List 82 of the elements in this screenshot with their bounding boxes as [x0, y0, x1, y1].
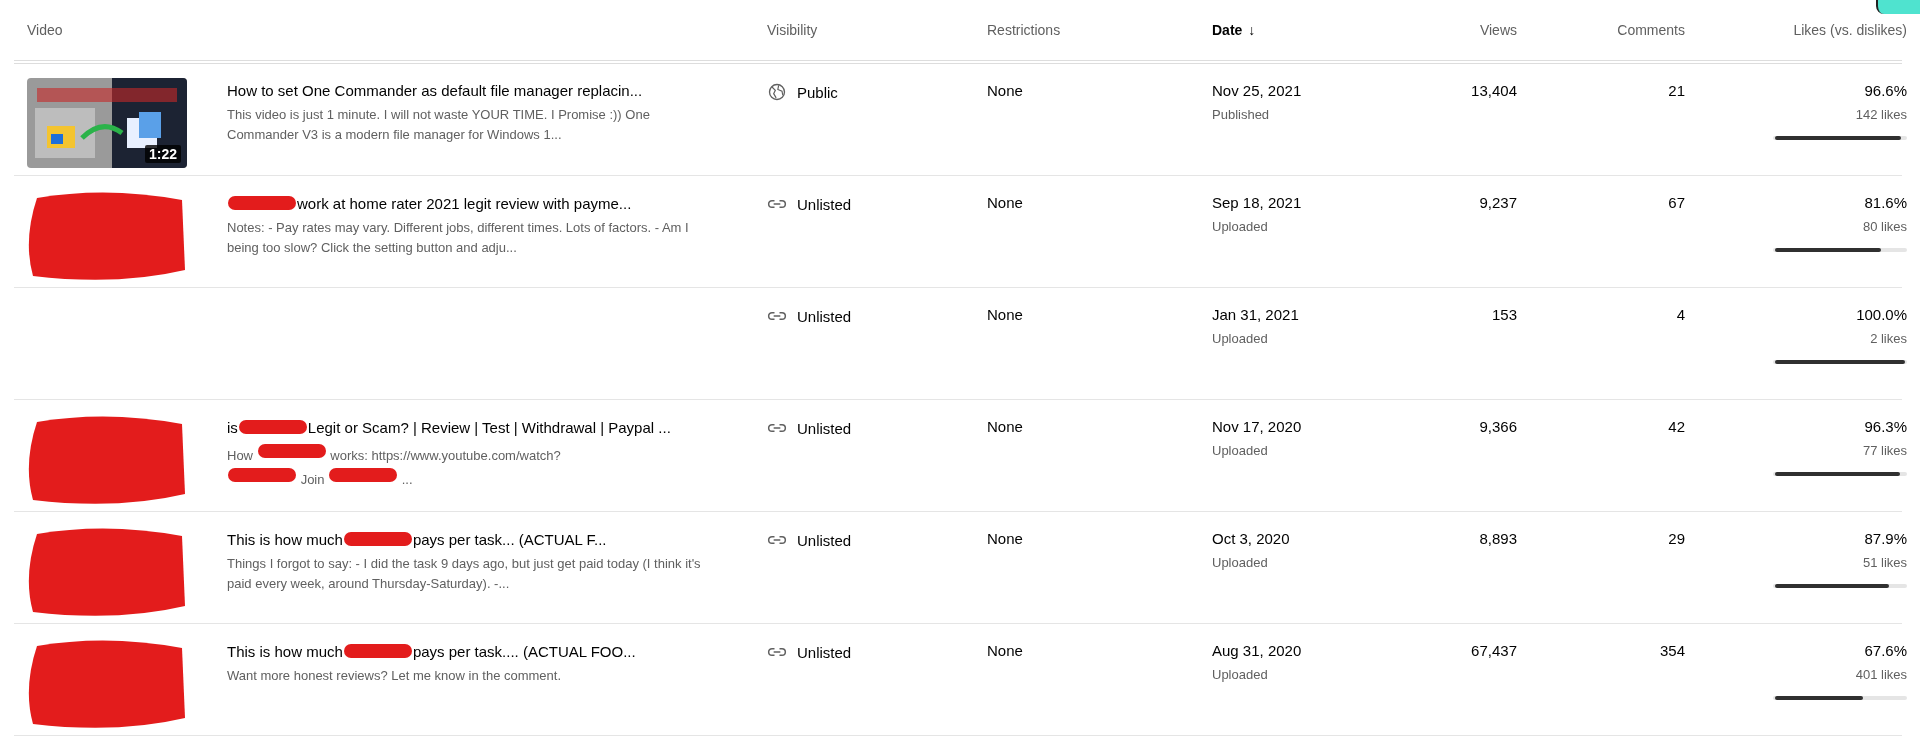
redaction-scribble	[227, 194, 297, 212]
date-status: Uploaded	[1212, 219, 1268, 234]
date-text: Aug 31, 2020	[1212, 642, 1302, 659]
text: Legit or Scam? | Review | Test | Withdrawal | Paypal ...	[307, 418, 671, 436]
likes-percent: 96.3%	[1864, 418, 1907, 435]
text: Notes: - Pay rates may vary. Different jobs, different times. Lots of factors. - Am I being too slow? Click the setting button and adju...	[227, 220, 689, 255]
text: pays per task.... (ACTUAL FOO...	[412, 642, 636, 660]
likes-percent: 87.9%	[1864, 530, 1907, 547]
video-thumbnail[interactable]: 1:22	[27, 78, 187, 168]
text: This is how much	[227, 530, 343, 548]
globe-icon	[767, 82, 787, 102]
text: Things I forgot to say: - I did the task 9 days ago, but just get paid today (I think it's paid every week, around Thursday-Saturday). -...	[227, 556, 701, 591]
visibility-label: Unlisted	[797, 531, 852, 549]
column-header[interactable]: Visibility	[767, 22, 818, 38]
column-header[interactable]: Comments	[1617, 22, 1685, 38]
redaction-scribble	[328, 466, 399, 484]
comments-count: 42	[1668, 418, 1685, 435]
visibility-label: Unlisted	[797, 195, 852, 213]
column-header[interactable]: Date ↓	[1212, 22, 1256, 38]
redaction-scribble	[237, 418, 308, 436]
text: Join	[300, 472, 325, 487]
date-status: Uploaded	[1212, 331, 1268, 346]
date-text: Nov 17, 2020	[1212, 418, 1302, 435]
text: How	[227, 448, 253, 463]
restrictions-text: None	[987, 418, 1023, 435]
text: How to set One Commander as default file manager replacin...	[227, 82, 643, 99]
views-count: 153	[1491, 306, 1517, 323]
text: This is how much	[227, 642, 343, 660]
comments-count: 354	[1659, 642, 1685, 659]
date-text: Sep 18, 2021	[1212, 194, 1302, 211]
duration-badge: 1:22	[144, 145, 181, 163]
text: This video is just 1 minute. I will not waste YOUR TIME. I Promise :)) One Commander V3 is a modern file manager for Windows 1...	[227, 107, 650, 142]
visibility-label: Public	[797, 83, 838, 101]
views-count: 9,366	[1479, 418, 1517, 435]
date-status: Uploaded	[1212, 443, 1268, 458]
views-count: 67,437	[1471, 642, 1517, 659]
likes-count: 51 likes	[1862, 555, 1907, 570]
likes-percent: 81.6%	[1864, 194, 1907, 211]
date-text: Oct 3, 2020	[1212, 530, 1290, 547]
sort-arrow-icon: ↓	[1248, 22, 1256, 38]
text: pays per task... (ACTUAL F...	[412, 530, 607, 548]
comments-count: 4	[1676, 306, 1685, 323]
views-count: 9,237	[1479, 194, 1517, 211]
redaction-scribble	[342, 530, 413, 548]
column-header[interactable]: Video	[27, 22, 63, 38]
views-count: 8,893	[1479, 530, 1517, 547]
redaction-scribble	[342, 642, 413, 660]
restrictions-text: None	[987, 306, 1023, 323]
likes-count: 77 likes	[1862, 443, 1907, 458]
likes-percent: 67.6%	[1864, 642, 1907, 659]
comments-count: 29	[1668, 530, 1685, 547]
date-status: Uploaded	[1212, 667, 1268, 682]
column-header[interactable]: Restrictions	[987, 22, 1061, 38]
visibility-label: Unlisted	[797, 419, 852, 437]
likes-count: 80 likes	[1862, 219, 1907, 234]
text: works: https://www.youtube.com/watch?	[330, 448, 561, 463]
restrictions-text: None	[987, 530, 1023, 547]
text: is	[227, 418, 238, 436]
text: ...	[401, 472, 413, 487]
column-header[interactable]: Views	[1479, 22, 1517, 38]
date-text: Jan 31, 2021	[1212, 306, 1299, 323]
redaction-scribble	[227, 466, 297, 484]
redaction-scribble	[256, 442, 327, 460]
date-status: Uploaded	[1212, 555, 1268, 570]
restrictions-text: None	[987, 194, 1023, 211]
comments-count: 67	[1668, 194, 1685, 211]
likes-count: 142 likes	[1855, 107, 1907, 122]
text: Want more honest reviews? Let me know in the comment.	[227, 668, 562, 683]
likes-percent: 100.0%	[1856, 306, 1907, 323]
text: work at home rater 2021 legit review with payme...	[297, 194, 632, 212]
date-text: Nov 25, 2021	[1212, 82, 1302, 99]
likes-count: 2 likes	[1870, 331, 1907, 346]
visibility-label: Unlisted	[797, 307, 852, 325]
date-status: Published	[1212, 107, 1270, 122]
visibility-label: Unlisted	[797, 643, 852, 661]
restrictions-text: None	[987, 642, 1023, 659]
restrictions-text: None	[987, 82, 1023, 99]
likes-percent: 96.6%	[1864, 82, 1907, 99]
views-count: 13,404	[1471, 82, 1517, 99]
column-header[interactable]: Likes (vs. dislikes)	[1793, 22, 1907, 38]
comments-count: 21	[1668, 82, 1685, 99]
likes-count: 401 likes	[1855, 667, 1907, 682]
